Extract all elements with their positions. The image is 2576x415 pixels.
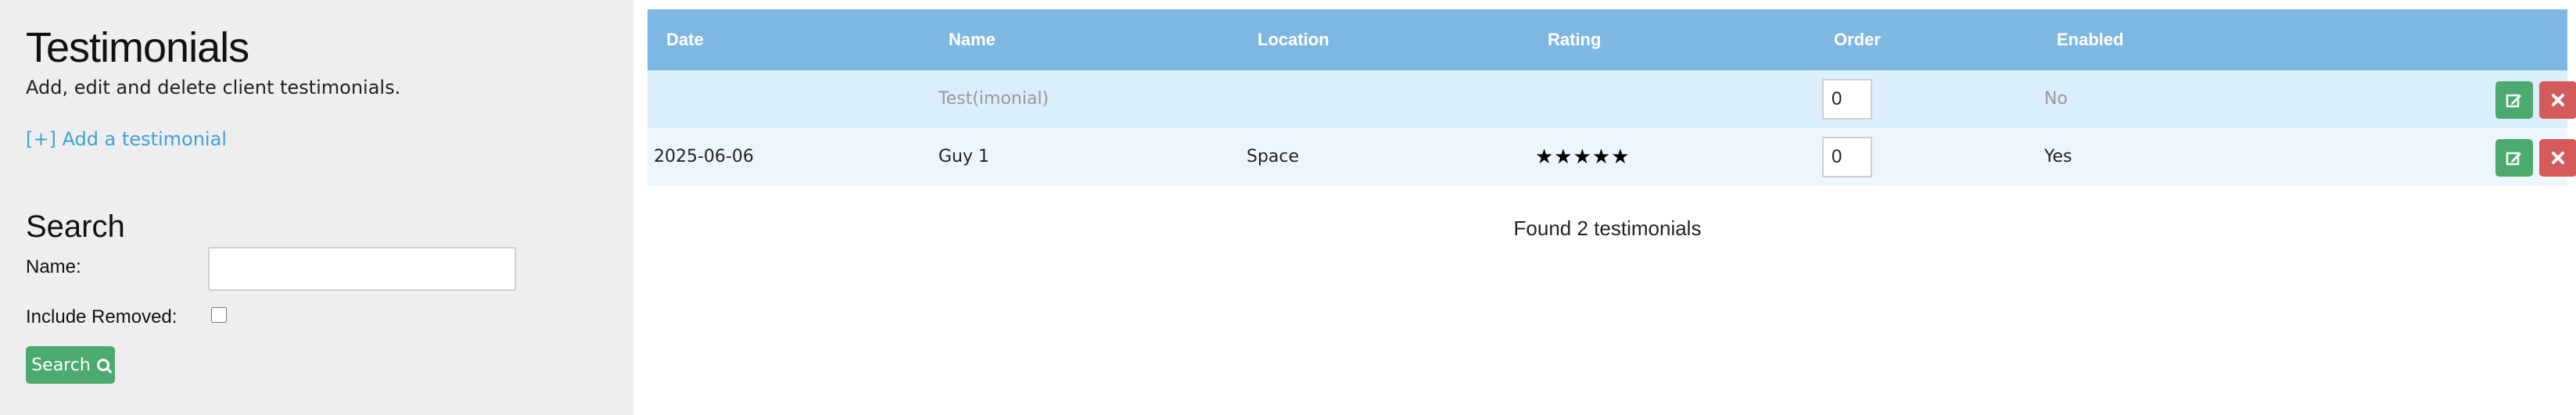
table-row: Test(imonial) No <box>648 70 2576 128</box>
rating-stars: ★★★★★ <box>1535 145 1631 169</box>
cell-enabled: No <box>2044 89 2068 109</box>
sidebar: Testimonials Add, edit and delete client… <box>0 0 633 415</box>
table-row: 2025-06-06 Guy 1 Space ★★★★★ Yes <box>648 128 2576 186</box>
edit-button[interactable] <box>2495 139 2533 177</box>
column-header-order[interactable]: Order <box>1834 9 1881 70</box>
column-header-location[interactable]: Location <box>1258 9 1329 70</box>
add-testimonial-link[interactable]: [+] Add a testimonial <box>26 128 227 150</box>
name-search-input[interactable] <box>208 247 516 291</box>
search-button-label: Search <box>31 355 91 375</box>
column-header-enabled[interactable]: Enabled <box>2057 9 2124 70</box>
name-label: Name: <box>26 256 81 277</box>
results-count: Found 2 testimonials <box>1513 216 1702 240</box>
search-button[interactable]: Search <box>26 346 115 384</box>
delete-button[interactable] <box>2539 139 2576 177</box>
cell-location: Space <box>1247 147 1300 166</box>
page-subtitle: Add, edit and delete client testimonials… <box>26 77 401 98</box>
include-removed-checkbox[interactable] <box>211 307 227 323</box>
close-icon <box>2552 94 2564 106</box>
edit-button[interactable] <box>2495 81 2533 119</box>
edit-icon <box>2506 94 2521 108</box>
search-heading: Search <box>26 209 125 244</box>
delete-button[interactable] <box>2539 81 2576 119</box>
include-removed-label: Include Removed: <box>26 306 178 327</box>
table-header: Date Name Location Rating Order Enabled <box>648 9 2567 70</box>
edit-icon <box>2506 152 2521 166</box>
cell-date: 2025-06-06 <box>654 147 754 166</box>
cell-enabled: Yes <box>2044 147 2072 166</box>
cell-name: Guy 1 <box>938 147 990 166</box>
order-input[interactable] <box>1822 137 1872 177</box>
order-input[interactable] <box>1822 79 1872 120</box>
close-icon <box>2552 152 2564 164</box>
search-icon <box>96 359 109 371</box>
column-header-rating[interactable]: Rating <box>1548 9 1601 70</box>
column-header-date[interactable]: Date <box>666 9 704 70</box>
page-title: Testimonials <box>26 24 249 71</box>
cell-name: Test(imonial) <box>938 89 1049 109</box>
column-header-name[interactable]: Name <box>949 9 996 70</box>
testimonials-table: Date Name Location Rating Order Enabled … <box>648 9 2576 240</box>
